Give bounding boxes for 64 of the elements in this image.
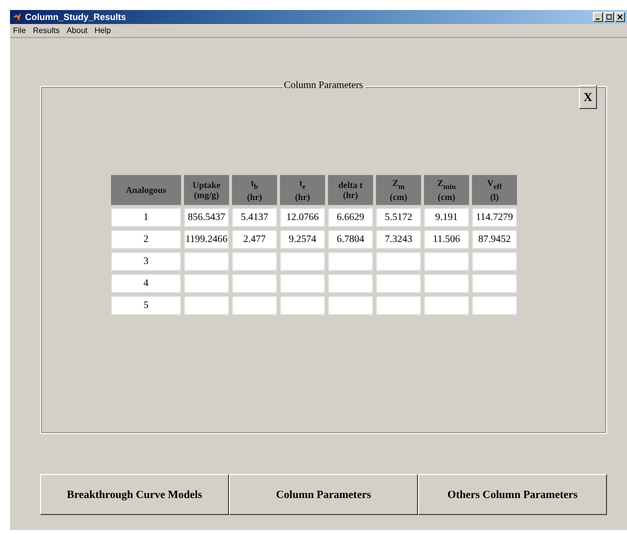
column-header: Analogous — [111, 175, 181, 205]
column-header: V$_{eff}$ (l) — [472, 175, 517, 205]
table-cell — [232, 252, 277, 271]
table-cell: 5.5172 — [376, 208, 421, 227]
table-cell: 1199.2466 — [184, 230, 229, 249]
table-cell — [184, 274, 229, 293]
table-cell: 4 — [111, 274, 181, 293]
column-header: Uptake (mg/g) — [184, 175, 229, 205]
app-icon — [12, 12, 22, 22]
close-panel-button[interactable]: X — [579, 85, 597, 109]
close-icon — [617, 14, 623, 20]
table-cell — [472, 296, 517, 315]
table-cell — [424, 252, 469, 271]
table-cell — [472, 252, 517, 271]
table-cell — [280, 252, 325, 271]
table-cell — [184, 252, 229, 271]
table-cell: 856.5437 — [184, 208, 229, 227]
table-cell — [376, 274, 421, 293]
table-cell — [184, 296, 229, 315]
table-cell: 87.9452 — [472, 230, 517, 249]
table-cell — [424, 274, 469, 293]
table-cell: 114.7279 — [472, 208, 517, 227]
table-cell — [424, 296, 469, 315]
table-cell: 6.6629 — [328, 208, 373, 227]
maximize-button[interactable] — [604, 12, 614, 22]
tab-button[interactable]: Column Parameters — [229, 474, 418, 515]
menu-item[interactable]: Results — [32, 26, 60, 35]
table-cell: 11.506 — [424, 230, 469, 249]
column-header: t$_{e}$ (hr) — [280, 175, 325, 205]
table-cell — [328, 296, 373, 315]
table-cell — [472, 274, 517, 293]
minimize-button[interactable] — [593, 12, 603, 22]
table-cell: 2.477 — [232, 230, 277, 249]
table-cell — [280, 274, 325, 293]
table-cell: 5 — [111, 296, 181, 315]
panel-title: Column Parameters — [282, 80, 366, 91]
table-cell: 6.7804 — [328, 230, 373, 249]
table-cell — [232, 274, 277, 293]
table-cell: 9.191 — [424, 208, 469, 227]
table-cell: 12.0766 — [280, 208, 325, 227]
table-cell: 5.4137 — [232, 208, 277, 227]
tab-button[interactable]: Breakthrough Curve Models — [40, 474, 229, 515]
column-header: Z$_{min}$ (cm) — [424, 175, 469, 205]
table-cell — [328, 274, 373, 293]
tab-button[interactable]: Others Column Parameters — [418, 474, 607, 515]
table-cell — [376, 296, 421, 315]
table-cell: 1 — [111, 208, 181, 227]
menu-item[interactable]: About — [66, 26, 88, 35]
table-cell — [280, 296, 325, 315]
close-button[interactable] — [615, 12, 625, 22]
table-cell: 3 — [111, 252, 181, 271]
column-header: t$_{b}$ (hr) — [232, 175, 277, 205]
column-header: Z$_{m}$ (cm) — [376, 175, 421, 205]
menu-item[interactable]: File — [13, 26, 26, 35]
column-header: delta t (hr) — [328, 175, 373, 205]
table-cell: 7.3243 — [376, 230, 421, 249]
window-title: Column_Study_Results — [25, 12, 126, 22]
menu-item[interactable]: Help — [94, 26, 111, 35]
table-cell — [328, 252, 373, 271]
maximize-icon — [606, 14, 612, 20]
table-cell — [376, 252, 421, 271]
table-cell — [232, 296, 277, 315]
table-cell: 9.2574 — [280, 230, 325, 249]
table-cell: 2 — [111, 230, 181, 249]
